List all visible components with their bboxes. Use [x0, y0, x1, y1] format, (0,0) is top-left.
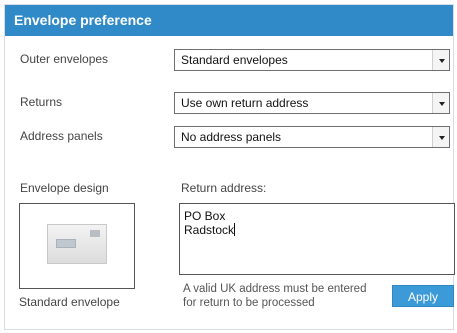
apply-button[interactable]: Apply [392, 285, 454, 307]
panel-title: Envelope preference [5, 5, 453, 36]
outer-envelopes-value: Standard envelopes [181, 53, 288, 67]
chevron-down-icon[interactable] [432, 93, 449, 113]
text-cursor [234, 223, 236, 236]
return-address-note: A valid UK address must be entered for r… [183, 283, 367, 309]
return-address-textarea[interactable]: PO Box Radstock [179, 203, 455, 275]
address-panels-value: No address panels [181, 130, 282, 144]
envelope-preference-panel: Envelope preference Outer envelopes Stan… [4, 4, 455, 330]
outer-envelopes-label: Outer envelopes [20, 52, 109, 66]
returns-value: Use own return address [181, 96, 309, 110]
return-address-line-1: PO Box [184, 209, 226, 223]
address-panels-select[interactable]: No address panels [174, 126, 450, 148]
return-address-line-2: Radstock [184, 223, 235, 237]
address-panels-label: Address panels [20, 129, 103, 143]
envelope-icon [47, 224, 107, 264]
envelope-design-heading: Envelope design [20, 181, 109, 195]
chevron-down-icon[interactable] [432, 50, 449, 70]
outer-envelopes-select[interactable]: Standard envelopes [174, 49, 450, 71]
returns-select[interactable]: Use own return address [174, 92, 450, 114]
envelope-design-caption: Standard envelope [19, 295, 120, 309]
envelope-design-preview[interactable] [19, 203, 135, 289]
envelope-stamp-shape [90, 230, 100, 237]
return-address-heading: Return address: [181, 181, 267, 195]
envelope-window-shape [56, 239, 76, 248]
chevron-down-icon[interactable] [432, 127, 449, 147]
returns-label: Returns [20, 95, 63, 109]
